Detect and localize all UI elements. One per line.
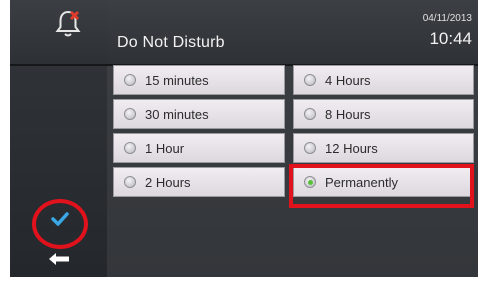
option-4-hours[interactable]: 4 Hours xyxy=(293,65,474,95)
option-8-hours[interactable]: 8 Hours xyxy=(293,99,474,129)
back-arrow-icon[interactable] xyxy=(48,252,70,266)
header: Do Not Disturb 04/11/2013 10:44 xyxy=(107,0,478,64)
radio-icon[interactable] xyxy=(124,108,136,120)
option-label: 8 Hours xyxy=(325,106,371,122)
option-label: 4 Hours xyxy=(325,72,371,88)
option-label: 30 minutes xyxy=(145,106,209,122)
radio-icon[interactable] xyxy=(304,74,316,86)
radio-selected-icon[interactable] xyxy=(304,176,316,188)
option-permanently[interactable]: Permanently xyxy=(293,167,474,197)
option-2-hours[interactable]: 2 Hours xyxy=(113,167,285,197)
option-15-minutes[interactable]: 15 minutes xyxy=(113,65,285,95)
page-title: Do Not Disturb xyxy=(117,34,225,51)
radio-icon[interactable] xyxy=(124,142,136,154)
option-label: 12 Hours xyxy=(325,140,378,156)
date-label: 04/11/2013 xyxy=(422,13,472,24)
option-30-minutes[interactable]: 30 minutes xyxy=(113,99,285,129)
radio-icon[interactable] xyxy=(124,176,136,188)
bell-muted-icon[interactable] xyxy=(54,9,82,39)
option-label: Permanently xyxy=(325,174,398,190)
screen: Do Not Disturb 04/11/2013 10:44 15 minut… xyxy=(0,0,486,284)
option-label: 15 minutes xyxy=(145,72,209,88)
option-label: 1 Hour xyxy=(145,140,185,156)
radio-icon[interactable] xyxy=(304,142,316,154)
rail-header xyxy=(10,0,108,64)
option-1-hour[interactable]: 1 Hour xyxy=(113,133,285,163)
option-label: 2 Hours xyxy=(145,174,191,190)
checkmark-icon[interactable] xyxy=(50,210,70,228)
radio-icon[interactable] xyxy=(124,74,136,86)
option-12-hours[interactable]: 12 Hours xyxy=(293,133,474,163)
radio-icon[interactable] xyxy=(304,108,316,120)
time-label: 10:44 xyxy=(429,29,472,48)
